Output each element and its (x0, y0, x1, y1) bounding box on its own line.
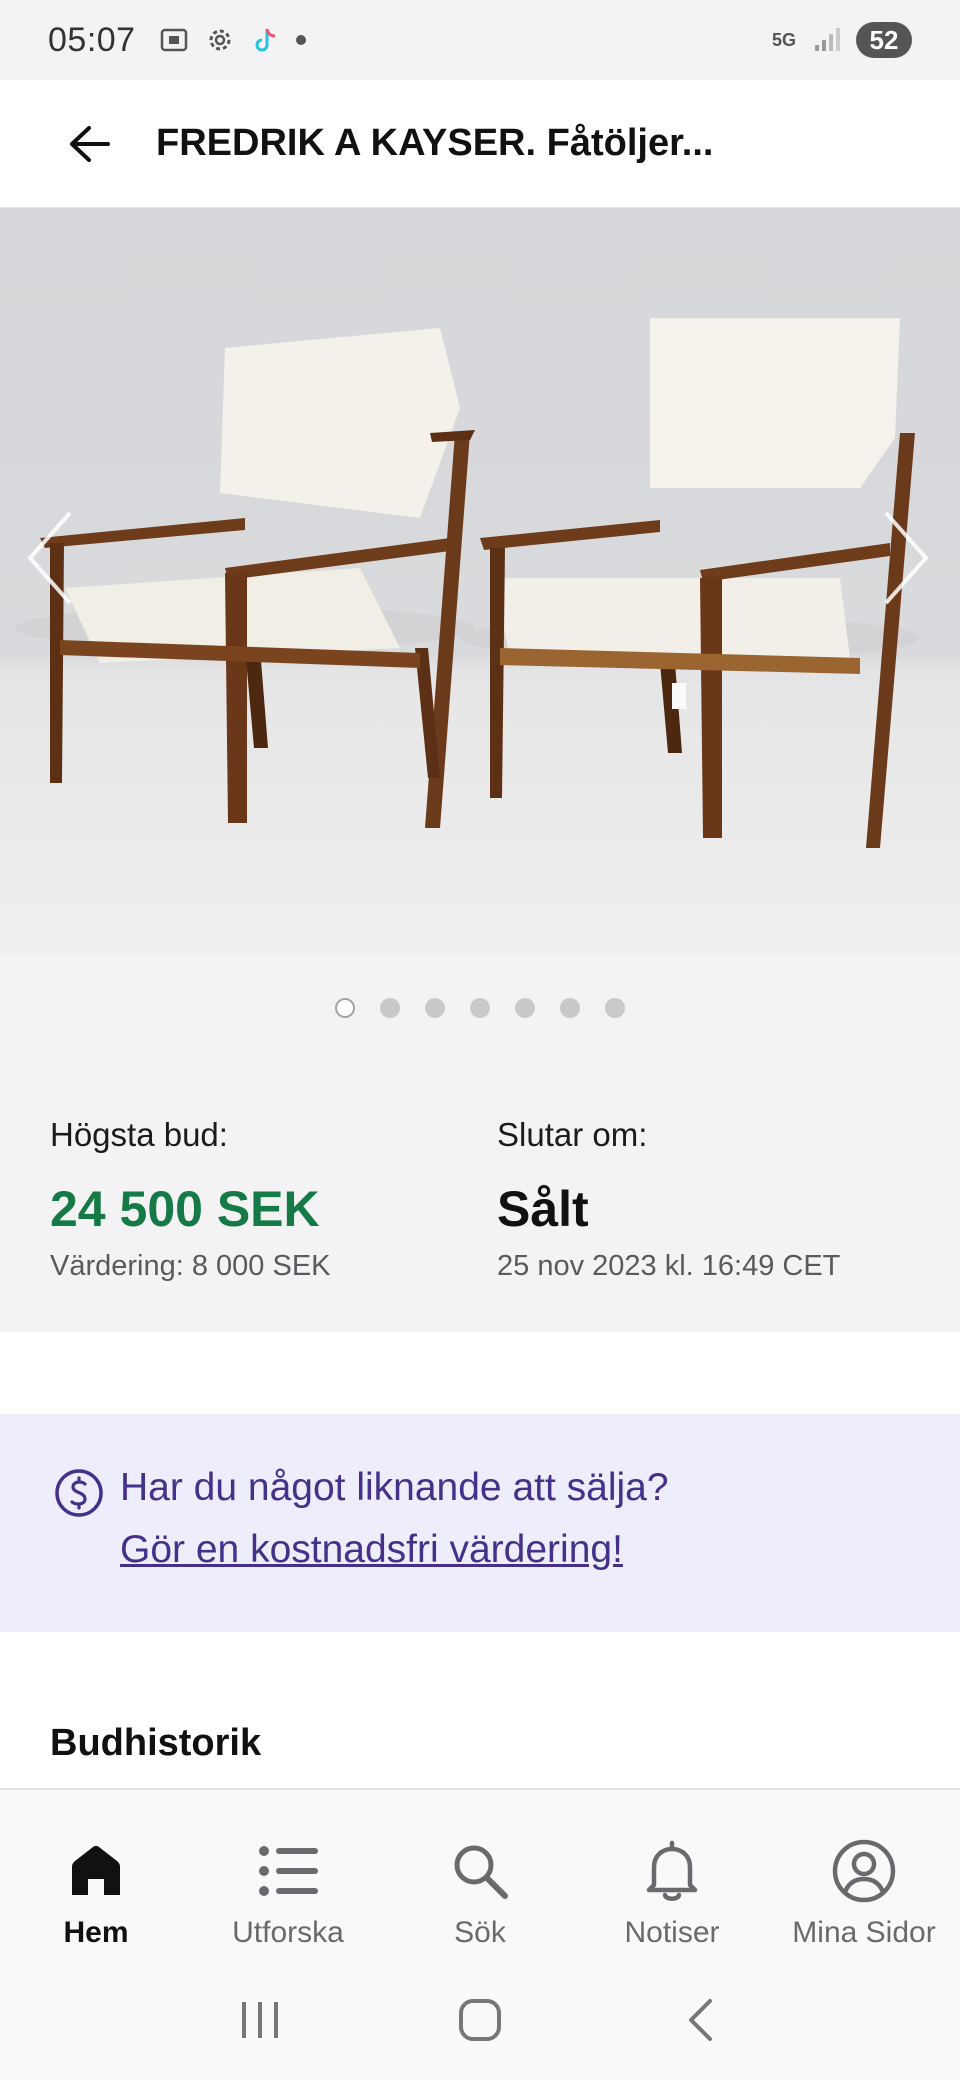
pager-dot[interactable] (515, 998, 535, 1018)
nav-item-utforska[interactable]: Utforska (192, 1790, 384, 1960)
valuation-promo: Har du något liknande att sälja? Gör en … (0, 1414, 960, 1632)
bid-history-title: Budhistorik (50, 1722, 262, 1764)
pager-dot[interactable] (335, 998, 355, 1018)
notification-dot-icon (295, 35, 306, 45)
nav-item-sok[interactable]: Sök (384, 1790, 576, 1960)
highest-bid-amount: 24 500 SEK (50, 1181, 320, 1237)
highest-bid-block: Högsta bud: 24 500 SEK Värdering: 8 000 … (50, 1080, 497, 1332)
bid-info: Högsta bud: 24 500 SEK Värdering: 8 000 … (0, 1080, 960, 1332)
bell-icon (637, 1836, 707, 1906)
promo-question: Har du något liknande att sälja? (120, 1466, 669, 1509)
arrow-left-icon (70, 125, 110, 162)
nav-item-hem[interactable]: Hem (0, 1790, 192, 1960)
pager-dot[interactable] (605, 998, 625, 1018)
status-bar: 05:07 5G 52 (0, 0, 960, 80)
armchairs-image (15, 318, 920, 848)
list-icon (253, 1836, 323, 1906)
valuation: Värdering: 8 000 SEK (50, 1250, 331, 1282)
nav-label: Sök (454, 1916, 506, 1949)
tiktok-icon (250, 24, 282, 56)
gallery-next-button[interactable] (876, 508, 936, 608)
user-icon (829, 1836, 899, 1906)
home-button[interactable] (450, 1990, 510, 2050)
status-time: 05:07 (48, 20, 136, 59)
app-header: FREDRIK A KAYSER. Fåtöljer... (0, 80, 960, 208)
auction-status: Sålt (497, 1181, 589, 1237)
bottom-navigation: Hem Utforska Sök Notiser Mina Sidor (0, 1788, 960, 1960)
network-type: 5G (771, 30, 796, 50)
page-title: FREDRIK A KAYSER. Fåtöljer... (156, 122, 714, 164)
pager-dot[interactable] (425, 998, 445, 1018)
gallery-prev-button[interactable] (20, 508, 80, 608)
screenshot-icon (158, 24, 190, 56)
end-block: Slutar om: Sålt 25 nov 2023 kl. 16:49 CE… (497, 1080, 944, 1332)
signal-icon (810, 24, 842, 56)
settings-icon (204, 24, 236, 56)
pager-dot[interactable] (380, 998, 400, 1018)
recents-button[interactable] (230, 1990, 290, 2050)
nav-label: Notiser (624, 1916, 720, 1949)
nav-label: Mina Sidor (792, 1916, 936, 1949)
free-valuation-link[interactable]: Gör en kostnadsfri värdering! (120, 1528, 623, 1572)
nav-label: Hem (63, 1916, 129, 1949)
bid-history-section: Budhistorik (0, 1632, 960, 1788)
chevron-right-icon (884, 511, 929, 605)
search-icon (445, 1836, 515, 1906)
home-circle-icon (459, 1999, 501, 2041)
chevron-left-icon (689, 1999, 712, 2041)
home-icon (61, 1836, 131, 1906)
status-notification-icons (158, 24, 306, 56)
status-right: 5G 52 (772, 22, 912, 58)
highest-bid-label: Högsta bud: (50, 1116, 228, 1153)
ends-label: Slutar om: (497, 1116, 648, 1153)
nav-item-notiser[interactable]: Notiser (576, 1790, 768, 1960)
battery-indicator: 52 (856, 22, 912, 58)
nav-label: Utforska (232, 1916, 344, 1949)
back-system-button[interactable] (670, 1990, 730, 2050)
nav-item-mina-sidor[interactable]: Mina Sidor (768, 1790, 960, 1960)
end-time: 25 nov 2023 kl. 16:49 CET (497, 1250, 841, 1282)
back-button[interactable] (64, 119, 114, 169)
pager-dot[interactable] (560, 998, 580, 1018)
chevron-left-icon (27, 511, 72, 605)
product-image-gallery[interactable] (0, 208, 960, 954)
spacer (0, 1332, 960, 1414)
system-navigation (0, 1960, 960, 2080)
recents-icon (242, 2002, 278, 2038)
pager-dot[interactable] (470, 998, 490, 1018)
dollar-circle-icon (54, 1468, 104, 1518)
gallery-pager (0, 990, 960, 1026)
